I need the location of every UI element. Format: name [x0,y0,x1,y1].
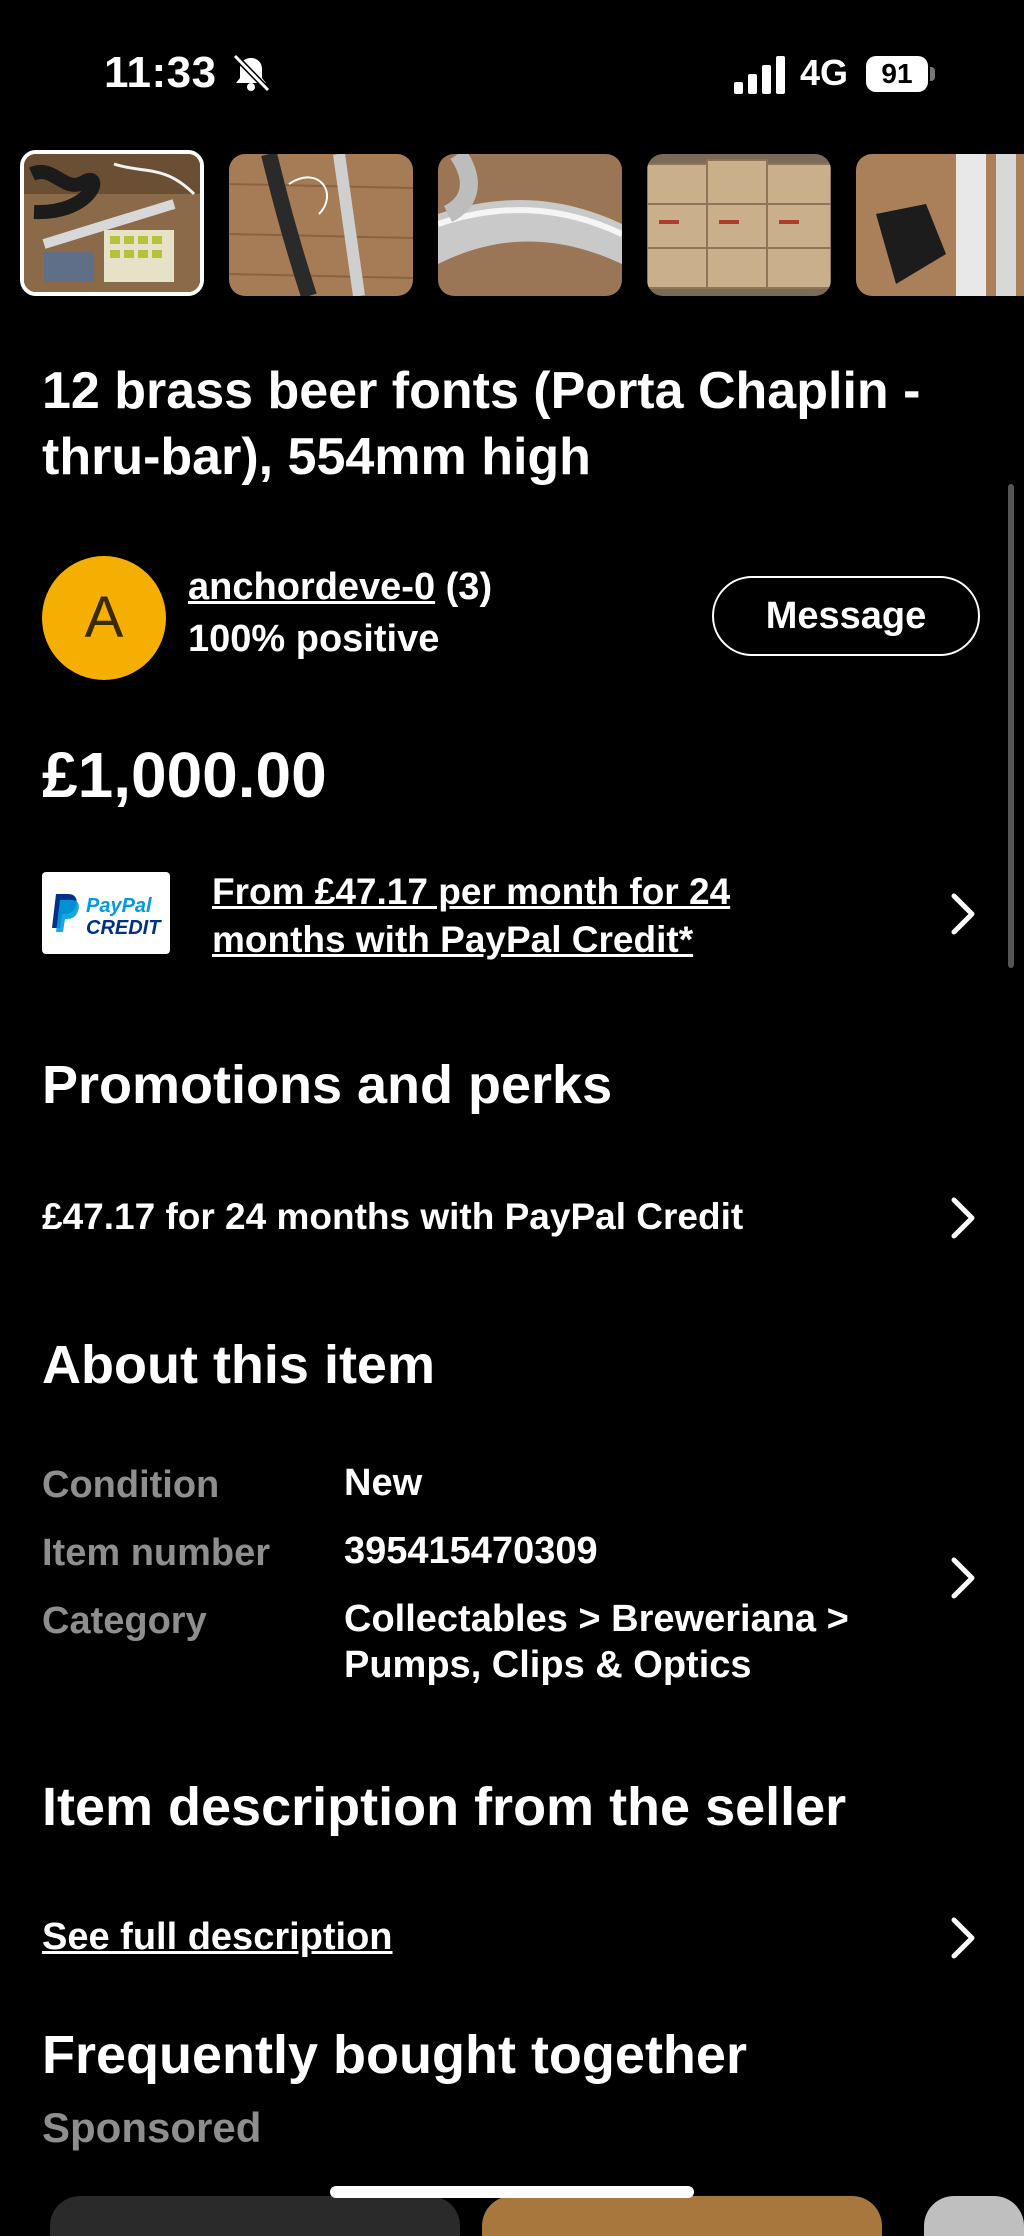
condition-value: New [344,1462,423,1504]
condition-label: Condition [42,1464,220,1506]
status-time: 11:33 [104,48,217,97]
promotion-item[interactable]: £47.17 for 24 months with PayPal Credit [42,1196,743,1238]
gallery-thumbnail[interactable] [229,154,413,296]
seller-feedback-count: (3) [445,566,493,608]
paypal-logo-line2: CREDIT [86,917,162,939]
message-button[interactable]: Message [712,576,980,656]
paypal-credit-offer-link[interactable]: From £47.17 per month for 24 months with… [212,868,832,964]
paypal-logo-line1: PayPal [86,895,152,917]
seller-info: anchordeve-0 (3) [188,566,492,609]
gallery-thumbnail[interactable] [856,154,1024,296]
listing-title: 12 brass beer fonts (Porta Chaplin - thr… [42,362,921,486]
network-type: 4G [800,52,849,93]
chevron-right-icon[interactable] [948,892,978,936]
category-label: Category [42,1600,207,1642]
category-line-2: Pumps, Clips & Optics [344,1644,752,1686]
chevron-right-icon[interactable] [948,1196,978,1240]
category-value: Collectables > Breweriana > Pumps, Clips… [344,1596,849,1688]
price: £1,000.00 [42,739,327,811]
frequently-bought-heading: Frequently bought together [42,2025,747,2085]
item-number-value: 395415470309 [344,1530,598,1572]
signal-icon [734,56,785,94]
gallery-thumbnail-selected[interactable] [20,150,204,296]
description-heading: Item description from the seller [42,1777,847,1837]
scrollbar[interactable] [1008,484,1014,968]
home-indicator[interactable] [330,2186,694,2198]
chevron-right-icon[interactable] [948,1916,978,1960]
paypal-credit-logo: PayPal CREDIT [42,872,170,954]
battery-level: 91 [866,56,928,92]
seller-name-link[interactable]: anchordeve-0 [188,566,435,608]
bell-slash-icon [232,53,271,93]
gallery-thumbnail[interactable] [647,154,831,296]
see-full-description-link[interactable]: See full description [42,1916,393,1959]
product-card[interactable] [482,2196,882,2236]
item-number-label: Item number [42,1532,271,1574]
status-bar: 11:33 4G 91 [0,0,1024,150]
battery-icon: 91 [866,56,936,92]
gallery-thumbnail[interactable] [438,154,622,296]
promotions-heading: Promotions and perks [42,1055,613,1115]
image-gallery[interactable] [0,150,1024,300]
seller-feedback-percent: 100% positive [188,618,440,660]
chevron-right-icon[interactable] [948,1556,978,1600]
product-card[interactable] [50,2196,460,2236]
about-heading: About this item [42,1335,435,1395]
product-card[interactable] [924,2196,1024,2236]
sponsored-label: Sponsored [42,2104,262,2151]
category-line-1: Collectables > Breweriana > [344,1598,849,1640]
seller-avatar[interactable]: A [42,556,166,680]
